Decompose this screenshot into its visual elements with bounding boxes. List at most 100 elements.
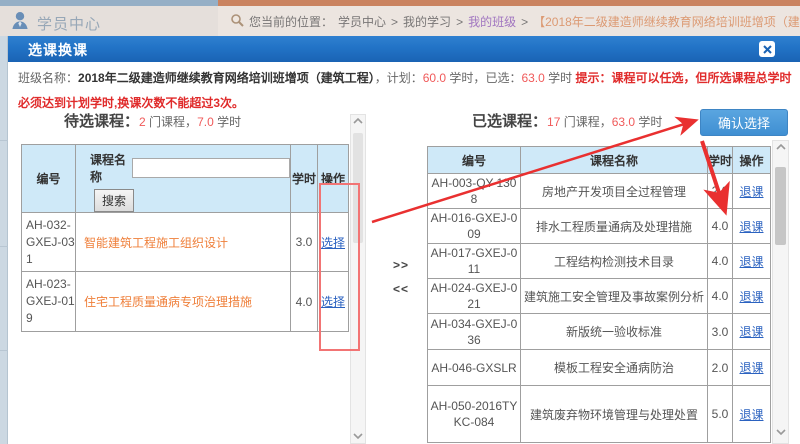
table-row: AH-034-GXEJ-036 新版统一验收标准 3.0 退课 <box>428 314 771 350</box>
left-panel-scrollbar[interactable] <box>350 114 366 444</box>
right-panel-scrollbar[interactable] <box>772 140 789 444</box>
available-count: 2 <box>139 115 146 129</box>
scrollbar-thumb[interactable] <box>353 133 363 243</box>
breadcrumb-bar: 您当前的位置： 学员中心 > 我的学习 > 我的班级 > 【2018年二级建造师… <box>218 0 800 36</box>
course-name-search-input[interactable] <box>132 158 290 178</box>
breadcrumb-separator: > <box>456 15 463 29</box>
course-code: AH-003-QY-1308 <box>428 174 521 209</box>
column-header-op: 操作 <box>733 147 771 174</box>
table-row: AH-016-GXEJ-009 排水工程质量通病及处理措施 4.0 退课 <box>428 209 771 244</box>
move-left-button[interactable]: << <box>386 282 416 296</box>
drop-course-link[interactable]: 退课 <box>739 255 763 269</box>
selected-hours: 63.0 <box>612 115 635 129</box>
column-header-hours: 学时 <box>291 145 318 213</box>
breadcrumb-link-my-class[interactable]: 我的班级 <box>468 13 516 30</box>
breadcrumb-link-student-center[interactable]: 学员中心 <box>338 13 386 30</box>
course-hours: 4.0 <box>708 244 733 279</box>
course-hours: 2.0 <box>708 350 733 386</box>
class-info: 班级名称：2018年二级建造师继续教育网络培训班增项（建筑工程），计划：60.0… <box>18 66 794 116</box>
course-change-dialog: 选课换课 班级名称：2018年二级建造师继续教育网络培训班增项（建筑工程），计划… <box>8 36 800 444</box>
drop-course-link[interactable]: 退课 <box>739 361 763 375</box>
course-code: AH-046-GXSLR <box>428 350 521 386</box>
course-code: AH-017-GXEJ-011 <box>428 244 521 279</box>
drop-course-link[interactable]: 退课 <box>739 220 763 234</box>
transfer-controls: >> << <box>386 258 416 306</box>
column-header-code: 编号 <box>22 145 76 213</box>
course-code: AH-034-GXEJ-036 <box>428 314 521 350</box>
dialog-title: 选课换课 <box>28 40 88 60</box>
search-header-cell: 课程名称 搜索 <box>76 145 291 213</box>
table-row: AH-032-GXEJ-031 智能建筑工程施工组织设计 3.0 选择 <box>22 213 349 272</box>
page-left-sidebar-sliver <box>0 36 8 444</box>
breadcrumb-link-course[interactable]: 【2018年二级建造师继续教育网络培训班增项（建筑工程）】 <box>533 13 800 30</box>
tab-student-center[interactable]: 学员中心 <box>0 0 218 36</box>
person-icon <box>10 11 30 35</box>
chevron-up-icon[interactable] <box>773 144 788 150</box>
course-hours: 3.0 <box>291 213 318 272</box>
chevron-down-icon[interactable] <box>773 429 788 435</box>
available-hours: 7.0 <box>197 115 214 129</box>
breadcrumb-prefix: 您当前的位置： <box>249 13 333 30</box>
topbar: 学员中心 您当前的位置： 学员中心 > 我的学习 > 我的班级 > 【2018年… <box>0 0 800 36</box>
course-hours: 2.0 <box>708 174 733 209</box>
table-row: AH-024-GXEJ-021 建筑施工安全管理及事故案例分析 4.0 退课 <box>428 279 771 314</box>
chevron-down-icon[interactable] <box>351 433 365 439</box>
table-row: AH-017-GXEJ-011 工程结构检测技术目录 4.0 退课 <box>428 244 771 279</box>
course-name: 建筑废弃物环境管理与处理处置 <box>521 386 708 443</box>
chevron-up-icon[interactable] <box>351 118 365 124</box>
selected-hours-value: 63.0 <box>521 71 544 85</box>
column-header-name: 课程名称 <box>521 147 708 174</box>
dialog-titlebar: 选课换课 <box>8 36 800 62</box>
search-label: 课程名称 <box>90 151 127 185</box>
breadcrumb-separator: > <box>391 15 398 29</box>
move-right-button[interactable]: >> <box>386 258 416 272</box>
select-course-link[interactable]: 选择 <box>321 236 345 250</box>
plan-hours-unit: 学时， <box>446 71 485 85</box>
close-button[interactable] <box>759 41 775 57</box>
plan-hours-value: 60.0 <box>423 71 446 85</box>
column-header-op: 操作 <box>318 145 349 213</box>
course-name: 排水工程质量通病及处理措施 <box>521 209 708 244</box>
breadcrumb-link-my-study[interactable]: 我的学习 <box>403 13 451 30</box>
class-name: 2018年二级建造师继续教育网络培训班增项（建筑工程） <box>78 71 375 85</box>
course-hours: 4.0 <box>708 209 733 244</box>
course-name: 工程结构检测技术目录 <box>521 244 708 279</box>
scrollbar-thumb[interactable] <box>775 167 786 245</box>
drop-course-link[interactable]: 退课 <box>739 408 763 422</box>
course-hours: 3.0 <box>708 314 733 350</box>
available-courses-title: 待选课程：2 门课程，7.0 学时 <box>64 110 241 131</box>
selected-hours-unit: 学时 <box>545 71 576 85</box>
table-row: AH-023-GXEJ-019 住宅工程质量通病专项治理措施 4.0 选择 <box>22 272 349 332</box>
table-row: AH-046-GXSLR 模板工程安全通病防治 2.0 退课 <box>428 350 771 386</box>
selected-courses-title: 已选课程：17 门课程，63.0 学时 <box>472 110 662 131</box>
course-code: AH-050-2016TYKC-084 <box>428 386 521 443</box>
drop-course-link[interactable]: 退课 <box>739 290 763 304</box>
drop-course-link[interactable]: 退课 <box>739 185 763 199</box>
course-code: AH-023-GXEJ-019 <box>22 272 76 332</box>
breadcrumb: 您当前的位置： 学员中心 > 我的学习 > 我的班级 > 【2018年二级建造师… <box>218 6 800 30</box>
course-name: 智能建筑工程施工组织设计 <box>76 213 291 272</box>
close-icon <box>763 45 772 54</box>
course-hours: 4.0 <box>708 279 733 314</box>
table-row: AH-003-QY-1308 房地产开发项目全过程管理 2.0 退课 <box>428 174 771 209</box>
select-course-link[interactable]: 选择 <box>321 295 345 309</box>
drop-course-link[interactable]: 退课 <box>739 325 763 339</box>
breadcrumb-separator: > <box>521 15 528 29</box>
selected-courses-table: 编号 课程名称 学时 操作 AH-003-QY-1308 房地产开发项目全过程管… <box>427 146 771 443</box>
plan-label: ，计划： <box>375 71 423 85</box>
column-header-hours: 学时 <box>708 147 733 174</box>
course-name: 新版统一验收标准 <box>521 314 708 350</box>
confirm-selection-button[interactable]: 确认选择 <box>700 109 788 136</box>
available-courses-table: 编号 课程名称 搜索 学时 操作 AH-032-GXEJ-031 智能建筑工程施… <box>21 144 349 332</box>
class-name-label: 班级名称： <box>18 71 78 85</box>
course-hours: 5.0 <box>708 386 733 443</box>
column-header-code: 编号 <box>428 147 521 174</box>
search-button[interactable]: 搜索 <box>94 189 134 212</box>
selected-label: 已选： <box>485 71 521 85</box>
course-name: 建筑施工安全管理及事故案例分析 <box>521 279 708 314</box>
course-code: AH-016-GXEJ-009 <box>428 209 521 244</box>
course-code: AH-024-GXEJ-021 <box>428 279 521 314</box>
course-hours: 4.0 <box>291 272 318 332</box>
course-name: 模板工程安全通病防治 <box>521 350 708 386</box>
table-row: AH-050-2016TYKC-084 建筑废弃物环境管理与处理处置 5.0 退… <box>428 386 771 443</box>
